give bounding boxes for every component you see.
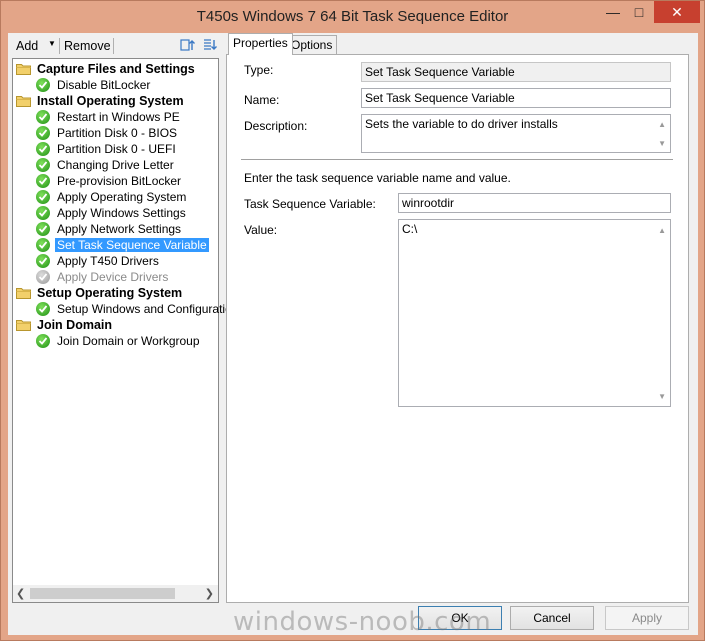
add-dropdown-icon[interactable]: ▼ xyxy=(48,39,56,48)
tree-item-label: Join Domain or Workgroup xyxy=(57,334,200,348)
checkmark-icon xyxy=(36,78,50,92)
description-textarea[interactable]: Sets the variable to do driver installs … xyxy=(361,114,671,153)
variable-input[interactable]: winrootdir xyxy=(398,193,671,213)
checkmark-icon xyxy=(36,254,50,268)
checkmark-icon xyxy=(36,222,50,236)
scroll-up-icon[interactable]: ▲ xyxy=(658,226,666,235)
move-up-icon[interactable] xyxy=(180,37,196,53)
task-sequence-tree[interactable]: Join Domain or Workgroup Join Domain Setup… xyxy=(12,58,238,603)
tree-horizontal-scrollbar[interactable]: ❮ ❯ xyxy=(13,585,218,602)
tree-item-label: Restart in Windows PE xyxy=(57,110,180,124)
tree-item-label: Partition Disk 0 - UEFI xyxy=(57,142,176,156)
section-divider xyxy=(241,159,673,161)
folder-icon xyxy=(16,287,31,299)
checkmark-icon xyxy=(36,126,50,140)
tree-item-label: Pre-provision BitLocker xyxy=(57,174,182,188)
tree-item-label: Changing Drive Letter xyxy=(57,158,174,172)
checkmark-icon xyxy=(36,302,50,316)
tree-item-label: Apply Operating System xyxy=(57,190,187,204)
scroll-down-icon[interactable]: ▼ xyxy=(658,392,666,401)
toolbar: Add ▼ Remove xyxy=(12,35,222,57)
add-button[interactable]: Add xyxy=(16,39,38,53)
type-field: Set Task Sequence Variable xyxy=(361,62,671,82)
checkmark-icon xyxy=(36,270,50,284)
properties-panel: Type: Set Task Sequence Variable Name: S… xyxy=(226,54,689,603)
checkmark-icon xyxy=(36,334,50,348)
name-label: Name: xyxy=(244,93,280,107)
tree-item-label: Setup Windows and Configuration xyxy=(57,302,239,316)
tab-properties[interactable]: Properties xyxy=(228,33,293,55)
checkmark-icon xyxy=(36,158,50,172)
folder-icon xyxy=(16,63,31,75)
tree-item-label: Apply Windows Settings xyxy=(57,206,186,220)
checkmark-icon xyxy=(36,110,50,124)
description-text: Sets the variable to do driver installs xyxy=(365,117,558,131)
checkmark-icon xyxy=(36,238,50,252)
description-label: Description: xyxy=(244,119,308,133)
scroll-thumb[interactable] xyxy=(30,588,175,599)
tree-item-label: Disable BitLocker xyxy=(57,78,151,92)
toolbar-separator xyxy=(113,38,114,54)
checkmark-icon xyxy=(36,174,50,188)
maximize-button[interactable]: □ xyxy=(627,1,651,23)
scroll-left-icon[interactable]: ❮ xyxy=(16,587,25,600)
tree-item-label: Partition Disk 0 - BIOS xyxy=(57,126,178,140)
instructions-text: Enter the task sequence variable name an… xyxy=(244,171,511,185)
watermark: windows-noob.com xyxy=(233,607,492,637)
editor-window: T450s Windows 7 64 Bit Task Sequence Edi… xyxy=(0,0,705,641)
tree-item-label: Capture Files and Settings xyxy=(37,62,195,76)
remove-button[interactable]: Remove xyxy=(64,39,111,53)
title-bar[interactable]: T450s Windows 7 64 Bit Task Sequence Edi… xyxy=(1,1,704,33)
toolbar-separator xyxy=(59,38,60,54)
tree-item-label: Join Domain xyxy=(37,318,113,332)
checkmark-icon xyxy=(36,206,50,220)
tree-item-label: Install Operating System xyxy=(37,94,184,108)
checkmark-icon xyxy=(36,142,50,156)
folder-icon xyxy=(16,319,31,331)
apply-button[interactable]: Apply xyxy=(605,606,689,630)
client-area: Add ▼ Remove Join Domain or Workgroup Joi… xyxy=(8,33,698,635)
minimize-button[interactable]: — xyxy=(601,1,625,23)
tree-item-label: Apply T450 Drivers xyxy=(57,254,159,268)
tree-item-label: Set Task Sequence Variable xyxy=(55,238,209,252)
name-input[interactable]: Set Task Sequence Variable xyxy=(361,88,671,108)
tree-item-label: Setup Operating System xyxy=(37,286,183,300)
scroll-down-icon[interactable]: ▼ xyxy=(658,139,666,148)
value-text: C:\ xyxy=(402,222,418,236)
tree-item-label: Apply Device Drivers xyxy=(57,270,169,284)
window-title: T450s Windows 7 64 Bit Task Sequence Edi… xyxy=(196,8,509,25)
tab-options[interactable]: Options xyxy=(286,35,338,55)
close-button[interactable]: ✕ xyxy=(654,1,700,23)
move-down-icon[interactable] xyxy=(201,37,217,53)
type-label: Type: xyxy=(244,63,274,77)
scroll-right-icon[interactable]: ❯ xyxy=(205,587,214,600)
value-label: Value: xyxy=(244,223,278,237)
variable-label: Task Sequence Variable: xyxy=(244,197,376,211)
cancel-button[interactable]: Cancel xyxy=(510,606,594,630)
scroll-up-icon[interactable]: ▲ xyxy=(658,120,666,129)
checkmark-icon xyxy=(36,190,50,204)
folder-icon xyxy=(16,95,31,107)
tree-item-label: Apply Network Settings xyxy=(57,222,182,236)
value-textarea[interactable]: C:\ ▲ ▼ xyxy=(398,219,671,407)
